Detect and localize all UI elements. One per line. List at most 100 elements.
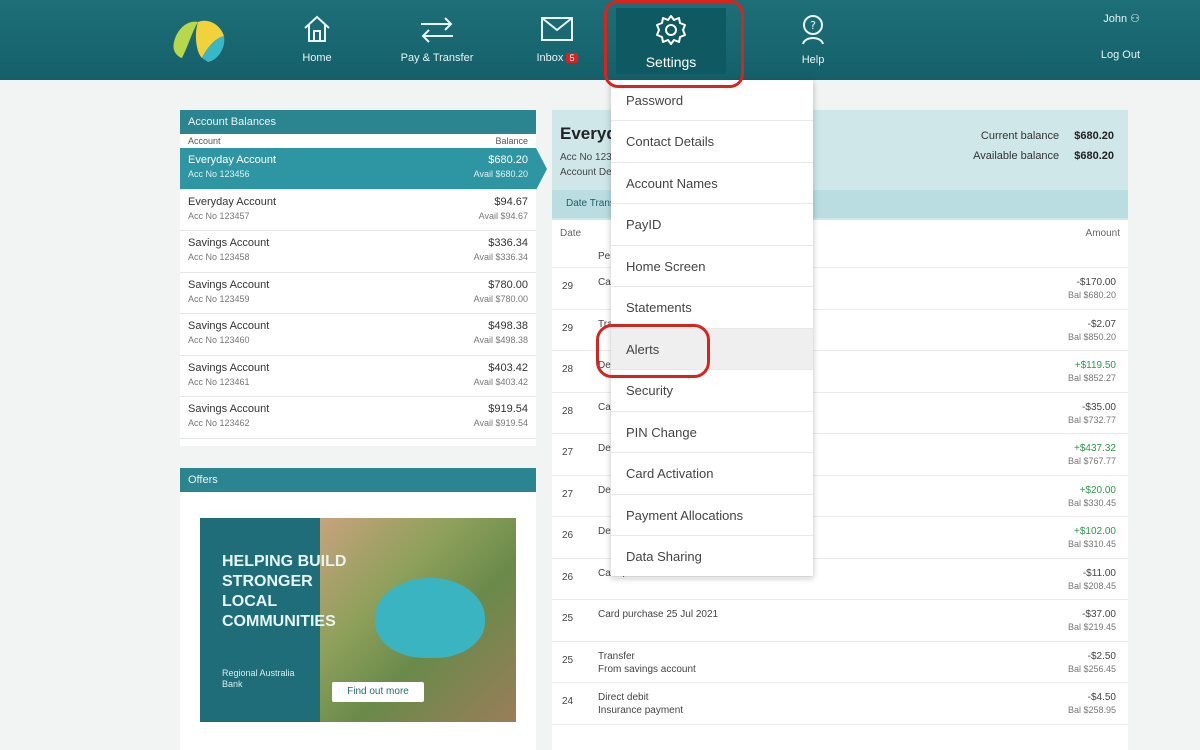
promo-headline: Helping build stronger local communities: [222, 553, 347, 630]
transaction-amount-block: -$37.00 Bal $219.45: [1068, 608, 1116, 634]
bank-logo[interactable]: [168, 12, 232, 64]
transaction-desc-line1: Transfer: [598, 650, 635, 662]
account-row-left: Savings Account Acc No 123460: [188, 320, 269, 345]
transfer-icon: [421, 17, 453, 43]
transaction-amount-block: -$2.50 Bal $256.45: [1068, 650, 1116, 676]
transaction-balance: Bal $256.45: [1067, 663, 1116, 674]
settings-menu-item-data-sharing[interactable]: Data Sharing: [611, 536, 813, 578]
top-nav: Home Pay & Transfer Inbox 5 Settings ? H…: [0, 0, 1200, 80]
settings-menu-item-security[interactable]: Security: [611, 370, 813, 412]
nav-inbox[interactable]: Inbox 5: [502, 8, 612, 74]
transaction-balance: Bal $219.45: [1067, 622, 1116, 632]
promo-find-out-more-button[interactable]: Find out more: [332, 682, 424, 702]
transaction-balance: Bal $852.27: [1067, 373, 1116, 383]
account-row[interactable]: Savings Account Acc No 123461 $403.42 Avail…: [180, 356, 536, 397]
transaction-amount-block: +$20.00 Bal $330.45: [1068, 484, 1116, 510]
transaction-amount: -$170.00: [1076, 277, 1116, 288]
tx-col-date: Date: [560, 228, 582, 239]
settings-menu-list: Password Contact Details Account Names PayI…: [611, 80, 813, 578]
transaction-amount-block: -$35.00 Bal $732.77: [1068, 401, 1116, 427]
account-available: Avail $919.54: [473, 418, 528, 428]
transaction-row[interactable]: 24 Direct debit Insurance payment -$4.50 Bal…: [552, 683, 1128, 725]
accounts-panel-title: Account Balances: [180, 110, 536, 134]
account-name: Savings Account: [188, 320, 270, 332]
account-available: Avail $780.00: [473, 293, 528, 304]
settings-menu-item-home-screen[interactable]: Home Screen: [611, 246, 813, 287]
user-area: John ⚇ Log Out: [1101, 12, 1140, 61]
transaction-description: Direct debit Insurance payment: [598, 691, 683, 717]
account-row[interactable]: Everyday Account Acc No 123456 $680.20 Avai…: [180, 148, 547, 190]
settings-menu-item-pin-change[interactable]: PIN Change: [611, 412, 813, 453]
accounts-list: Everyday Account Acc No 123456 $680.20 Avai…: [180, 148, 547, 439]
account-row[interactable]: Savings Account Acc No 123459 $780.00 Avail…: [180, 273, 536, 314]
settings-menu-item-payment-allocations[interactable]: Payment Allocations: [611, 495, 813, 536]
transaction-amount: +$102.00: [1074, 526, 1116, 537]
transaction-row[interactable]: 25 Card purchase 25 Jul 2021 -$37.00 Bal $2…: [552, 600, 1128, 642]
settings-menu-item-account-names[interactable]: Account Names: [611, 163, 813, 204]
settings-menu-item-alerts[interactable]: Alerts: [611, 328, 813, 370]
promo-banner[interactable]: Helping build stronger local communities…: [200, 518, 516, 722]
transaction-row[interactable]: 25 Transfer From savings account -$2.50 Bal …: [552, 642, 1128, 683]
nav-help[interactable]: ? Help: [758, 8, 868, 74]
logout-link[interactable]: Log Out: [1101, 49, 1140, 61]
user-name-text: John: [1103, 13, 1128, 25]
transaction-amount: -$35.00: [1082, 401, 1116, 413]
home-icon: [304, 15, 330, 42]
nav-pay-transfer-label: Pay & Transfer: [400, 52, 474, 64]
accounts-col-balance: Balance: [495, 136, 528, 146]
offers-panel-title: Offers: [180, 468, 536, 492]
account-row[interactable]: Savings Account Acc No 123458 $336.34 Avail…: [180, 231, 536, 273]
svg-text:?: ?: [810, 19, 816, 32]
transaction-amount-block: -$170.00 Bal $680.20: [1068, 276, 1116, 302]
settings-menu-item-payid[interactable]: PayID: [611, 204, 813, 246]
account-number: Acc No 123459: [188, 293, 250, 304]
settings-menu-item-statements[interactable]: Statements: [611, 287, 813, 329]
transaction-desc-line2: From savings account: [598, 663, 696, 675]
account-name: Everyday Account: [188, 154, 277, 166]
accounts-col-account: Account: [188, 136, 221, 146]
account-row-right: $780.00 Avail $780.00: [474, 279, 528, 304]
account-row-right: $336.34 Avail $336.34: [474, 237, 528, 262]
account-number: Acc No 123457: [188, 210, 250, 221]
transaction-description: Transfer From savings account: [598, 650, 696, 676]
settings-menu-item-password[interactable]: Password: [611, 80, 813, 121]
account-row-right: $680.20 Avail $680.20: [474, 154, 528, 179]
account-row-left: Everyday Account Acc No 123456: [188, 154, 276, 179]
transaction-amount-block: -$2.07 Bal $850.20: [1068, 318, 1116, 344]
transaction-date: 29: [562, 281, 574, 292]
account-number: Acc No 123460: [188, 335, 250, 345]
transaction-balance: Bal $680.20: [1067, 290, 1116, 300]
account-row[interactable]: Savings Account Acc No 123462 $919.54 Avail…: [180, 397, 536, 439]
transaction-amount: +$20.00: [1079, 484, 1116, 496]
account-number: Acc No 123461: [188, 376, 250, 387]
help-icon: ?: [802, 15, 824, 45]
settings-menu-item-card-activation[interactable]: Card Activation: [611, 453, 813, 495]
account-row-right: $919.54 Avail $919.54: [474, 403, 528, 428]
current-balance: Current balance $680.20: [973, 126, 1114, 146]
account-row-left: Savings Account Acc No 123462: [188, 403, 269, 428]
nav-pay-transfer[interactable]: Pay & Transfer: [382, 8, 492, 74]
nav-home[interactable]: Home: [262, 8, 372, 74]
transaction-date: 25: [562, 654, 574, 666]
account-available: Avail $336.34: [473, 252, 528, 262]
user-icon: ⚇: [1130, 13, 1140, 25]
nav-settings[interactable]: Settings: [616, 8, 726, 74]
account-row[interactable]: Savings Account Acc No 123460 $498.38 Avail…: [180, 314, 536, 356]
account-row[interactable]: Everyday Account Acc No 123457 $94.67 Avail…: [180, 190, 536, 231]
nav-home-label: Home: [302, 52, 332, 64]
mail-icon: [541, 17, 573, 41]
account-row-right: $498.38 Avail $498.38: [474, 320, 528, 345]
transaction-balance: Bal $732.77: [1067, 414, 1116, 425]
account-number: Acc No 123462: [188, 418, 250, 428]
account-available: Avail $498.38: [473, 335, 528, 345]
user-name[interactable]: John ⚇: [1101, 12, 1140, 25]
settings-menu-item-contact-details[interactable]: Contact Details: [611, 121, 813, 163]
current-balance-value: $680.20: [1074, 130, 1114, 142]
transaction-balance: Bal $258.95: [1067, 705, 1116, 715]
account-row-left: Savings Account Acc No 123459: [188, 279, 269, 304]
available-balance: Available balance $680.20: [973, 146, 1114, 166]
account-name: Everyday Account: [188, 195, 277, 208]
nav-settings-label: Settings: [645, 54, 697, 70]
accounts-panel: Account Balances Account Balance Everyda…: [180, 110, 547, 446]
transaction-date: 25: [562, 613, 574, 624]
